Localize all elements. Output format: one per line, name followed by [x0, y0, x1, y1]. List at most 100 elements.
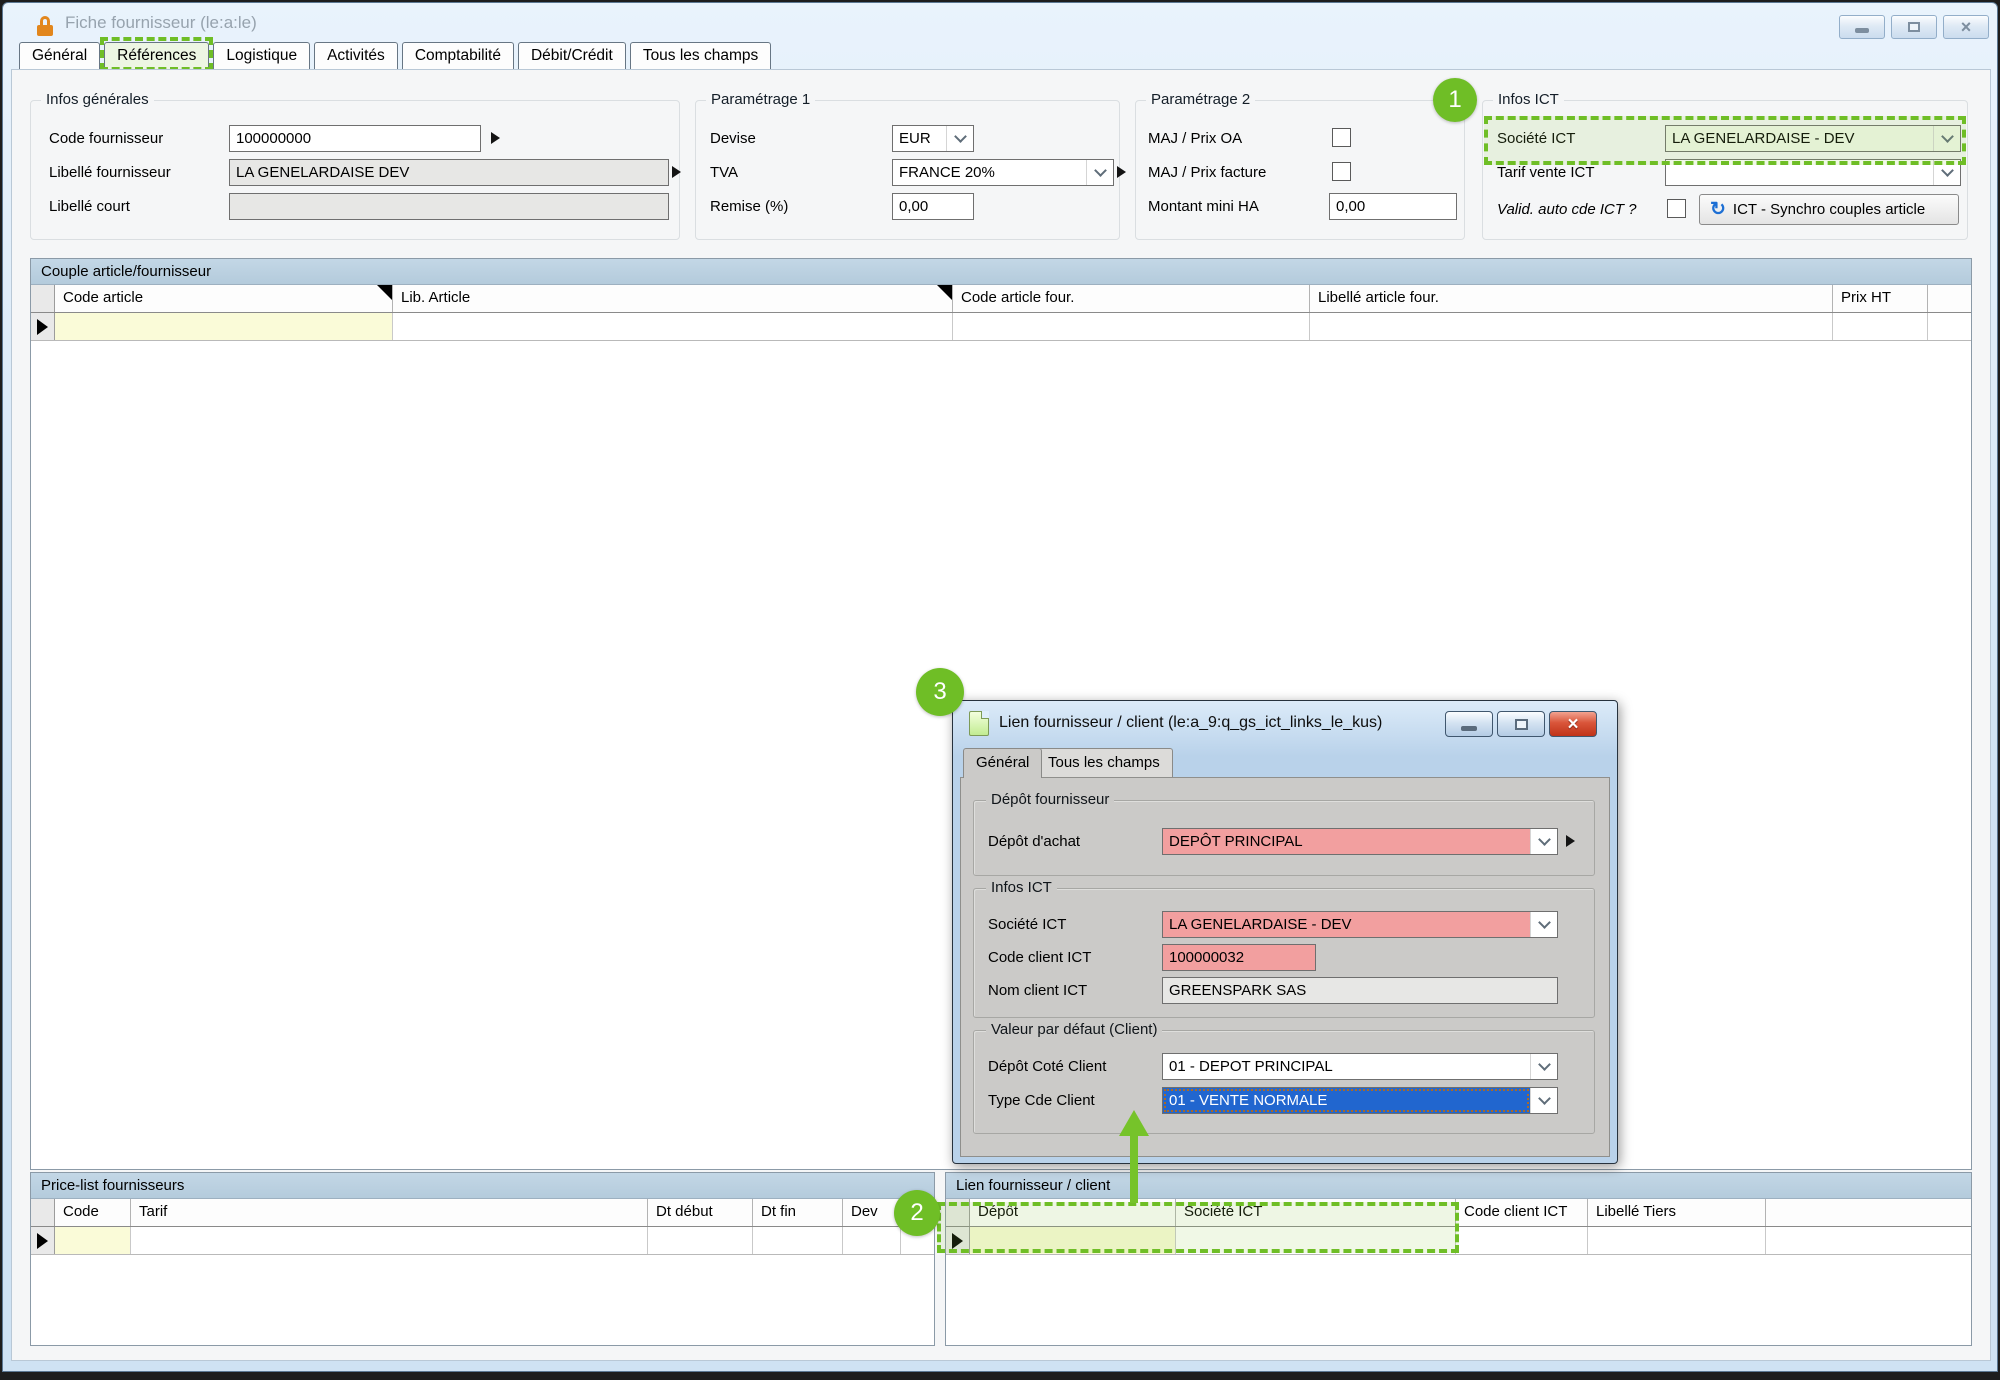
cell-code-article[interactable]: [55, 313, 393, 340]
column-header-code-article-four[interactable]: Code article four.: [953, 285, 1310, 312]
societe-ict-select[interactable]: LA GENELARDAISE - DEV: [1665, 125, 1961, 152]
type-cde-client-select[interactable]: 01 - VENTE NORMALE: [1162, 1087, 1558, 1114]
chevron-down-icon: [1086, 160, 1113, 185]
dialog-group-valeur-defaut: Valeur par défaut (Client) Dépôt Coté Cl…: [973, 1030, 1595, 1134]
type-cde-client-label: Type Cde Client: [988, 1092, 1095, 1109]
column-header-code-article[interactable]: Code article: [55, 285, 393, 312]
cell-depot[interactable]: [970, 1227, 1176, 1254]
row-selector-icon: [37, 1233, 48, 1249]
column-header-societe-ict[interactable]: Société ICT: [1176, 1199, 1456, 1226]
societe-ict-label: Société ICT: [1497, 130, 1575, 147]
maj-prix-oa-checkbox[interactable]: [1332, 128, 1351, 147]
cell-tarif[interactable]: [131, 1227, 648, 1254]
libelle-fournisseur-label: Libellé fournisseur: [49, 164, 171, 181]
tab-comptabilite[interactable]: Comptabilité: [402, 42, 514, 69]
libelle-court-input[interactable]: [229, 193, 669, 220]
row-selector[interactable]: [31, 313, 55, 340]
minimize-icon: [1855, 28, 1869, 33]
cell-libelle-article-four[interactable]: [1310, 313, 1833, 340]
tab-logistique[interactable]: Logistique: [213, 42, 310, 69]
pricelist-panel: Price-list fournisseurs Code Tarif Dt dé…: [30, 1172, 935, 1346]
code-fournisseur-label: Code fournisseur: [49, 130, 163, 147]
column-header-depot[interactable]: Dépôt: [970, 1199, 1176, 1226]
libelle-fournisseur-input[interactable]: LA GENELARDAISE DEV: [229, 159, 669, 186]
remise-input[interactable]: 0,00: [892, 193, 974, 220]
cell-libelle-tiers[interactable]: [1588, 1227, 1766, 1254]
column-header-dev[interactable]: Dev: [843, 1199, 901, 1226]
column-header-prix-ht[interactable]: Prix HT: [1833, 285, 1928, 312]
maj-prix-oa-label: MAJ / Prix OA: [1148, 130, 1242, 147]
pricelist-panel-title: Price-list fournisseurs: [31, 1173, 934, 1199]
montant-mini-ha-input[interactable]: 0,00: [1329, 193, 1457, 220]
header-selector-cell: [946, 1199, 970, 1226]
tab-references[interactable]: Références: [104, 42, 209, 69]
maj-prix-facture-checkbox[interactable]: [1332, 162, 1351, 181]
dialog-tab-tous-les-champs[interactable]: Tous les champs: [1035, 748, 1173, 778]
row-selector[interactable]: [31, 1227, 55, 1254]
dialog-group-depot-fournisseur: Dépôt fournisseur Dépôt d'achat DEPÔT PR…: [973, 800, 1595, 876]
chevron-down-icon: [946, 126, 973, 151]
column-header-lib-article[interactable]: Lib. Article: [393, 285, 953, 312]
column-header-libelle-article-four[interactable]: Libellé article four.: [1310, 285, 1833, 312]
code-fournisseur-detail-icon[interactable]: [491, 132, 500, 144]
chevron-down-icon: [1530, 1054, 1557, 1079]
minimize-button[interactable]: [1839, 15, 1885, 39]
devise-select[interactable]: EUR: [892, 125, 974, 152]
cell-lib-article[interactable]: [393, 313, 953, 340]
cell-code-article-four[interactable]: [953, 313, 1310, 340]
code-client-ict-input[interactable]: 100000032: [1162, 944, 1316, 971]
group-title: Paramétrage 1: [706, 91, 815, 108]
lien-panel: Lien fournisseur / client Dépôt Société …: [945, 1172, 1972, 1346]
depot-cote-client-label: Dépôt Coté Client: [988, 1058, 1106, 1075]
annotation-badge-3: 3: [916, 668, 964, 716]
dialog-minimize-button[interactable]: [1445, 711, 1493, 737]
dialog-close-button[interactable]: ×: [1549, 711, 1597, 737]
lien-dialog: Lien fournisseur / client (le:a_9:q_gs_i…: [952, 700, 1618, 1164]
main-tab-bar: Général Références Logistique Activités …: [19, 42, 771, 69]
tab-tous-les-champs[interactable]: Tous les champs: [630, 42, 771, 69]
maximize-button[interactable]: [1891, 15, 1937, 39]
pricelist-empty-row: [31, 1227, 934, 1255]
cell-code-client-ict[interactable]: [1456, 1227, 1588, 1254]
chevron-down-icon: [1933, 126, 1960, 151]
tva-detail-icon[interactable]: [1117, 166, 1126, 178]
cell-prix-ht[interactable]: [1833, 313, 1928, 340]
nom-client-ict-input[interactable]: GREENSPARK SAS: [1162, 977, 1558, 1004]
header-filler: [1928, 285, 1971, 312]
dialog-maximize-button[interactable]: [1497, 711, 1545, 737]
column-header-libelle-tiers[interactable]: Libellé Tiers: [1588, 1199, 1766, 1226]
lien-panel-title: Lien fournisseur / client: [946, 1173, 1971, 1199]
column-header-code[interactable]: Code: [55, 1199, 131, 1226]
column-header-dt-debut[interactable]: Dt début: [648, 1199, 753, 1226]
cell-dev[interactable]: [843, 1227, 901, 1254]
close-button[interactable]: ×: [1943, 15, 1989, 39]
column-header-code-client-ict[interactable]: Code client ICT: [1456, 1199, 1588, 1226]
tva-select[interactable]: FRANCE 20%: [892, 159, 1114, 186]
column-header-tarif[interactable]: Tarif: [131, 1199, 648, 1226]
lien-header-row: Dépôt Société ICT Code client ICT Libell…: [946, 1199, 1971, 1227]
societe-ict-select[interactable]: LA GENELARDAISE - DEV: [1162, 911, 1558, 938]
row-selector[interactable]: [946, 1227, 970, 1254]
code-fournisseur-input[interactable]: 100000000: [229, 125, 481, 152]
depot-achat-select[interactable]: DEPÔT PRINCIPAL: [1162, 828, 1558, 855]
ict-synchro-button[interactable]: ↻ ICT - Synchro couples article: [1699, 194, 1959, 225]
tab-debit-credit[interactable]: Débit/Crédit: [518, 42, 626, 69]
couple-empty-row: [31, 313, 1971, 341]
valid-auto-cde-checkbox[interactable]: [1667, 199, 1686, 218]
cell-code[interactable]: [55, 1227, 131, 1254]
libelle-court-label: Libellé court: [49, 198, 130, 215]
depot-cote-client-select[interactable]: 01 - DEPOT PRINCIPAL: [1162, 1053, 1558, 1080]
cell-dt-fin[interactable]: [753, 1227, 843, 1254]
cell-societe-ict[interactable]: [1176, 1227, 1456, 1254]
tarif-vente-ict-select[interactable]: [1665, 159, 1961, 186]
depot-achat-detail-icon[interactable]: [1566, 835, 1575, 847]
libelle-fournisseur-detail-icon[interactable]: [672, 166, 681, 178]
tab-general[interactable]: Général: [19, 42, 100, 69]
dialog-tab-general[interactable]: Général: [963, 748, 1042, 778]
column-header-dt-fin[interactable]: Dt fin: [753, 1199, 843, 1226]
close-icon: ×: [1961, 18, 1972, 36]
group-title: Infos ICT: [986, 879, 1057, 896]
annotation-badge-2: 2: [894, 1190, 940, 1236]
tab-activites[interactable]: Activités: [314, 42, 398, 69]
cell-dt-debut[interactable]: [648, 1227, 753, 1254]
